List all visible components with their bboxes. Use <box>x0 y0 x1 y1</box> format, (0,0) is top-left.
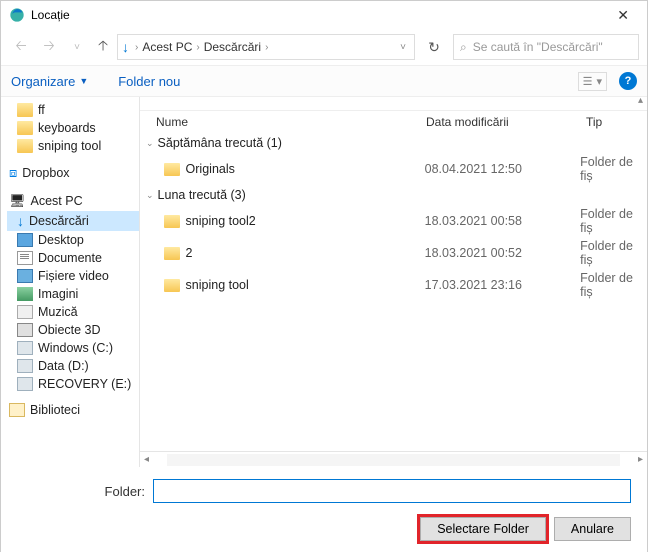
drive-icon <box>17 341 33 355</box>
navbar: 🡠 🡢 ˅ 🡡 ↓ › Acest PC › Descărcări › ˅ ↻ … <box>1 29 647 65</box>
organize-button[interactable]: Organizare ▼ <box>11 74 88 89</box>
folder-icon <box>164 247 180 260</box>
drive-icon <box>17 377 33 391</box>
folder-input[interactable] <box>153 479 631 503</box>
tree-item-videos[interactable]: Fișiere video <box>7 267 139 285</box>
select-folder-button[interactable]: Selectare Folder <box>420 517 546 541</box>
group-last-week[interactable]: ⌄Săptămâna trecută (1) <box>140 133 647 153</box>
scroll-right-icon[interactable]: ▸ <box>634 454 647 465</box>
downloads-icon: ↓ <box>122 39 129 55</box>
folder-icon <box>164 163 180 176</box>
libraries-icon <box>9 403 25 417</box>
chevron-icon: › <box>135 42 138 53</box>
file-row[interactable]: Originals08.04.2021 12:50Folder de fiș <box>140 153 647 185</box>
col-date[interactable]: Data modificării <box>426 115 586 129</box>
folder-icon <box>164 279 180 292</box>
dropbox-icon: ⧈ <box>9 165 17 181</box>
file-row[interactable]: sniping tool17.03.2021 23:16Folder de fi… <box>140 269 647 301</box>
tree-item-sniping[interactable]: sniping tool <box>7 137 139 155</box>
list-icon: ☰ <box>583 75 593 88</box>
desktop-icon <box>17 233 33 247</box>
scroll-up[interactable] <box>140 97 647 111</box>
chevron-down-icon: ⌄ <box>146 138 154 149</box>
column-headers[interactable]: Nume Data modificării Tip <box>140 111 647 133</box>
file-row[interactable]: sniping tool218.03.2021 00:58Folder de f… <box>140 205 647 237</box>
tree-item-data[interactable]: Data (D:) <box>7 357 139 375</box>
recent-icon[interactable]: ˅ <box>65 42 89 53</box>
drive-icon <box>17 359 33 373</box>
window-title: Locație <box>31 8 607 22</box>
horizontal-scrollbar[interactable]: ◂ ▸ <box>140 451 647 467</box>
search-icon: ⌕ <box>460 40 467 55</box>
scroll-track[interactable] <box>167 454 620 466</box>
folder-label: Folder: <box>17 484 145 499</box>
cancel-button[interactable]: Anulare <box>554 517 631 541</box>
music-icon <box>17 305 33 319</box>
folder-icon <box>17 139 33 153</box>
pictures-icon <box>17 287 33 301</box>
chevron-icon: › <box>265 42 268 53</box>
group-last-month[interactable]: ⌄Luna trecută (3) <box>140 185 647 205</box>
pc-icon: 🖥 <box>9 193 26 209</box>
tree-item-downloads[interactable]: ↓Descărcări <box>7 211 139 231</box>
tree-item-ff[interactable]: ff <box>7 101 139 119</box>
view-button[interactable]: ☰ ▾ <box>578 72 607 91</box>
downloads-icon: ↓ <box>17 213 24 229</box>
search-input[interactable]: ⌕ Se caută în "Descărcări" <box>453 34 639 60</box>
tree-item-desktop[interactable]: Desktop <box>7 231 139 249</box>
tree-item-recovery[interactable]: RECOVERY (E:) <box>7 375 139 393</box>
breadcrumb-current[interactable]: Descărcări <box>204 40 261 54</box>
tree-item-documents[interactable]: Documente <box>7 249 139 267</box>
documents-icon <box>17 251 33 265</box>
tree-item-keyboards[interactable]: keyboards <box>7 119 139 137</box>
tree-item-libraries[interactable]: Biblioteci <box>7 401 139 419</box>
scroll-left-icon[interactable]: ◂ <box>140 454 153 465</box>
chevron-down-icon: ⌄ <box>146 190 154 201</box>
refresh-icon[interactable]: ↻ <box>419 38 449 57</box>
tree-item-dropbox[interactable]: ⧈Dropbox <box>7 163 139 183</box>
file-row[interactable]: 218.03.2021 00:52Folder de fiș <box>140 237 647 269</box>
toolbar: Organizare ▼ Folder nou ☰ ▾ ? <box>1 65 647 97</box>
bottom-panel: Folder: Selectare Folder Anulare <box>1 467 647 553</box>
tree-item-thispc[interactable]: 🖥Acest PC <box>7 191 139 211</box>
objects-icon <box>17 323 33 337</box>
edge-icon <box>9 7 25 23</box>
folder-icon <box>17 121 33 135</box>
tree-item-objects[interactable]: Obiecte 3D <box>7 321 139 339</box>
help-icon[interactable]: ? <box>619 72 637 90</box>
back-icon[interactable]: 🡠 <box>9 35 33 59</box>
folder-icon <box>17 103 33 117</box>
breadcrumb-root[interactable]: Acest PC <box>142 40 192 54</box>
tree-item-music[interactable]: Muzică <box>7 303 139 321</box>
chevron-down-icon: ▾ <box>596 75 602 88</box>
new-folder-button[interactable]: Folder nou <box>118 74 180 89</box>
breadcrumb[interactable]: ↓ › Acest PC › Descărcări › ˅ <box>117 34 415 60</box>
nav-tree[interactable]: ff keyboards sniping tool ⧈Dropbox 🖥Aces… <box>1 97 139 467</box>
col-type[interactable]: Tip <box>586 115 641 129</box>
up-icon[interactable]: 🡡 <box>93 35 113 59</box>
file-pane: Nume Data modificării Tip ⌄Săptămâna tre… <box>140 97 647 467</box>
search-placeholder: Se caută în "Descărcări" <box>473 40 603 54</box>
chevron-icon: › <box>196 42 199 53</box>
tree-item-pictures[interactable]: Imagini <box>7 285 139 303</box>
tree-item-windows[interactable]: Windows (C:) <box>7 339 139 357</box>
col-name[interactable]: Nume <box>156 115 426 129</box>
titlebar: Locație ✕ <box>1 1 647 29</box>
chevron-down-icon[interactable]: ˅ <box>396 42 410 53</box>
close-icon[interactable]: ✕ <box>607 1 639 29</box>
chevron-down-icon: ▼ <box>79 76 88 86</box>
forward-icon[interactable]: 🡢 <box>37 35 61 59</box>
folder-icon <box>164 215 180 228</box>
videos-icon <box>17 269 33 283</box>
